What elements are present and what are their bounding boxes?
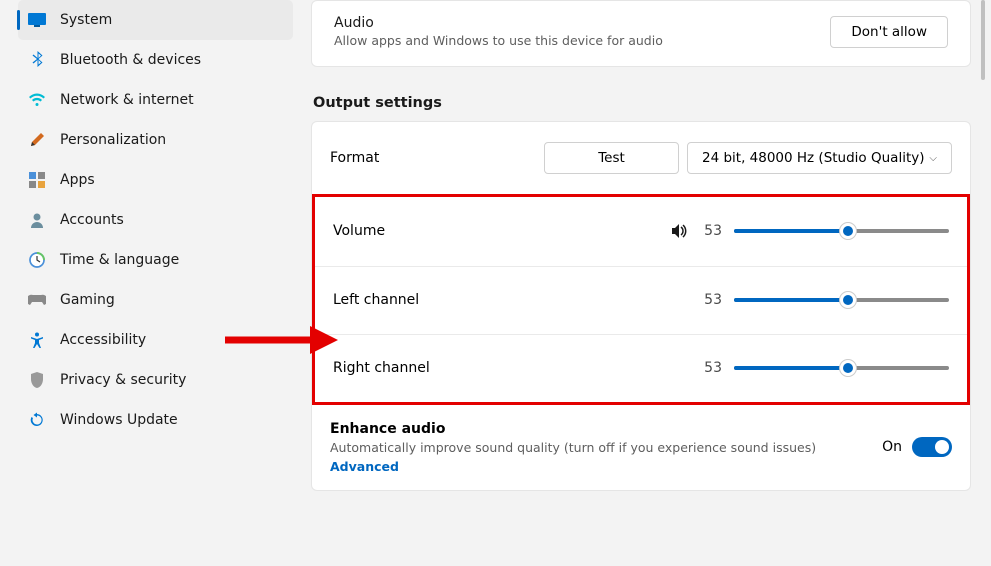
sidebar-item-label: Gaming xyxy=(60,292,115,308)
bluetooth-icon xyxy=(28,51,46,69)
speaker-icon[interactable] xyxy=(670,222,688,240)
left-channel-label: Left channel xyxy=(333,292,688,308)
sidebar-item-network[interactable]: Network & internet xyxy=(18,80,293,120)
accessibility-icon xyxy=(28,331,46,349)
sidebar-item-label: Bluetooth & devices xyxy=(60,52,201,68)
enhance-subtitle: Automatically improve sound quality (tur… xyxy=(330,439,862,457)
right-channel-value: 53 xyxy=(700,360,722,376)
scrollbar[interactable] xyxy=(981,0,985,80)
volume-slider[interactable] xyxy=(734,229,949,233)
audio-subtitle: Allow apps and Windows to use this devic… xyxy=(334,33,663,48)
left-channel-row: Left channel 53 xyxy=(315,267,967,335)
sidebar-item-label: System xyxy=(60,12,112,28)
dont-allow-button[interactable]: Don't allow xyxy=(830,16,948,48)
sidebar-item-privacy[interactable]: Privacy & security xyxy=(18,360,293,400)
format-dropdown-value: 24 bit, 48000 Hz (Studio Quality) xyxy=(702,150,925,166)
sidebar-item-label: Personalization xyxy=(60,132,166,148)
sidebar-item-apps[interactable]: Apps xyxy=(18,160,293,200)
sidebar-item-bluetooth[interactable]: Bluetooth & devices xyxy=(18,40,293,80)
volume-value: 53 xyxy=(700,223,722,239)
output-settings-heading: Output settings xyxy=(313,95,971,111)
slider-thumb[interactable] xyxy=(839,291,857,309)
sidebar-item-label: Accessibility xyxy=(60,332,146,348)
enhance-audio-row: Enhance audio Automatically improve soun… xyxy=(312,405,970,490)
right-channel-row: Right channel 53 xyxy=(315,335,967,402)
format-label: Format xyxy=(330,150,379,166)
left-channel-value: 53 xyxy=(700,292,722,308)
sidebar-item-gaming[interactable]: Gaming xyxy=(18,280,293,320)
gaming-icon xyxy=(28,291,46,309)
slider-thumb[interactable] xyxy=(839,359,857,377)
sidebar-item-time[interactable]: Time & language xyxy=(18,240,293,280)
slider-thumb[interactable] xyxy=(839,222,857,240)
sidebar-item-personalization[interactable]: Personalization xyxy=(18,120,293,160)
enhance-advanced-link[interactable]: Advanced xyxy=(330,459,862,474)
format-dropdown[interactable]: 24 bit, 48000 Hz (Studio Quality) ⌵ xyxy=(687,142,952,174)
right-channel-slider[interactable] xyxy=(734,366,949,370)
settings-sidebar: System Bluetooth & devices Network & int… xyxy=(0,0,305,566)
sidebar-item-label: Time & language xyxy=(60,252,179,268)
sidebar-item-accounts[interactable]: Accounts xyxy=(18,200,293,240)
audio-title: Audio xyxy=(334,15,663,31)
right-channel-label: Right channel xyxy=(333,360,688,376)
update-icon xyxy=(28,411,46,429)
enhance-toggle[interactable] xyxy=(912,437,952,457)
audio-permission-card: Audio Allow apps and Windows to use this… xyxy=(311,0,971,67)
system-icon xyxy=(28,11,46,29)
main-content: Audio Allow apps and Windows to use this… xyxy=(305,0,991,566)
sidebar-item-label: Apps xyxy=(60,172,95,188)
sidebar-item-label: Network & internet xyxy=(60,92,194,108)
sidebar-item-label: Privacy & security xyxy=(60,372,186,388)
volume-label: Volume xyxy=(333,223,658,239)
accounts-icon xyxy=(28,211,46,229)
chevron-down-icon: ⌵ xyxy=(929,153,937,164)
shield-icon xyxy=(28,371,46,389)
sidebar-item-accessibility[interactable]: Accessibility xyxy=(18,320,293,360)
sidebar-item-label: Accounts xyxy=(60,212,124,228)
clock-icon xyxy=(28,251,46,269)
output-settings-card: Format Test 24 bit, 48000 Hz (Studio Qua… xyxy=(311,121,971,491)
apps-icon xyxy=(28,171,46,189)
enhance-title: Enhance audio xyxy=(330,421,862,437)
left-channel-slider[interactable] xyxy=(734,298,949,302)
volume-row: Volume 53 xyxy=(315,197,967,267)
wifi-icon xyxy=(28,91,46,109)
test-button[interactable]: Test xyxy=(544,142,679,174)
format-row: Format Test 24 bit, 48000 Hz (Studio Qua… xyxy=(312,122,970,194)
brush-icon xyxy=(28,131,46,149)
sidebar-item-system[interactable]: System xyxy=(18,0,293,40)
toggle-label: On xyxy=(882,439,902,455)
volume-sliders-highlight: Volume 53 Left channel 53 Right xyxy=(312,194,970,405)
sidebar-item-update[interactable]: Windows Update xyxy=(18,400,293,440)
sidebar-item-label: Windows Update xyxy=(60,412,178,428)
